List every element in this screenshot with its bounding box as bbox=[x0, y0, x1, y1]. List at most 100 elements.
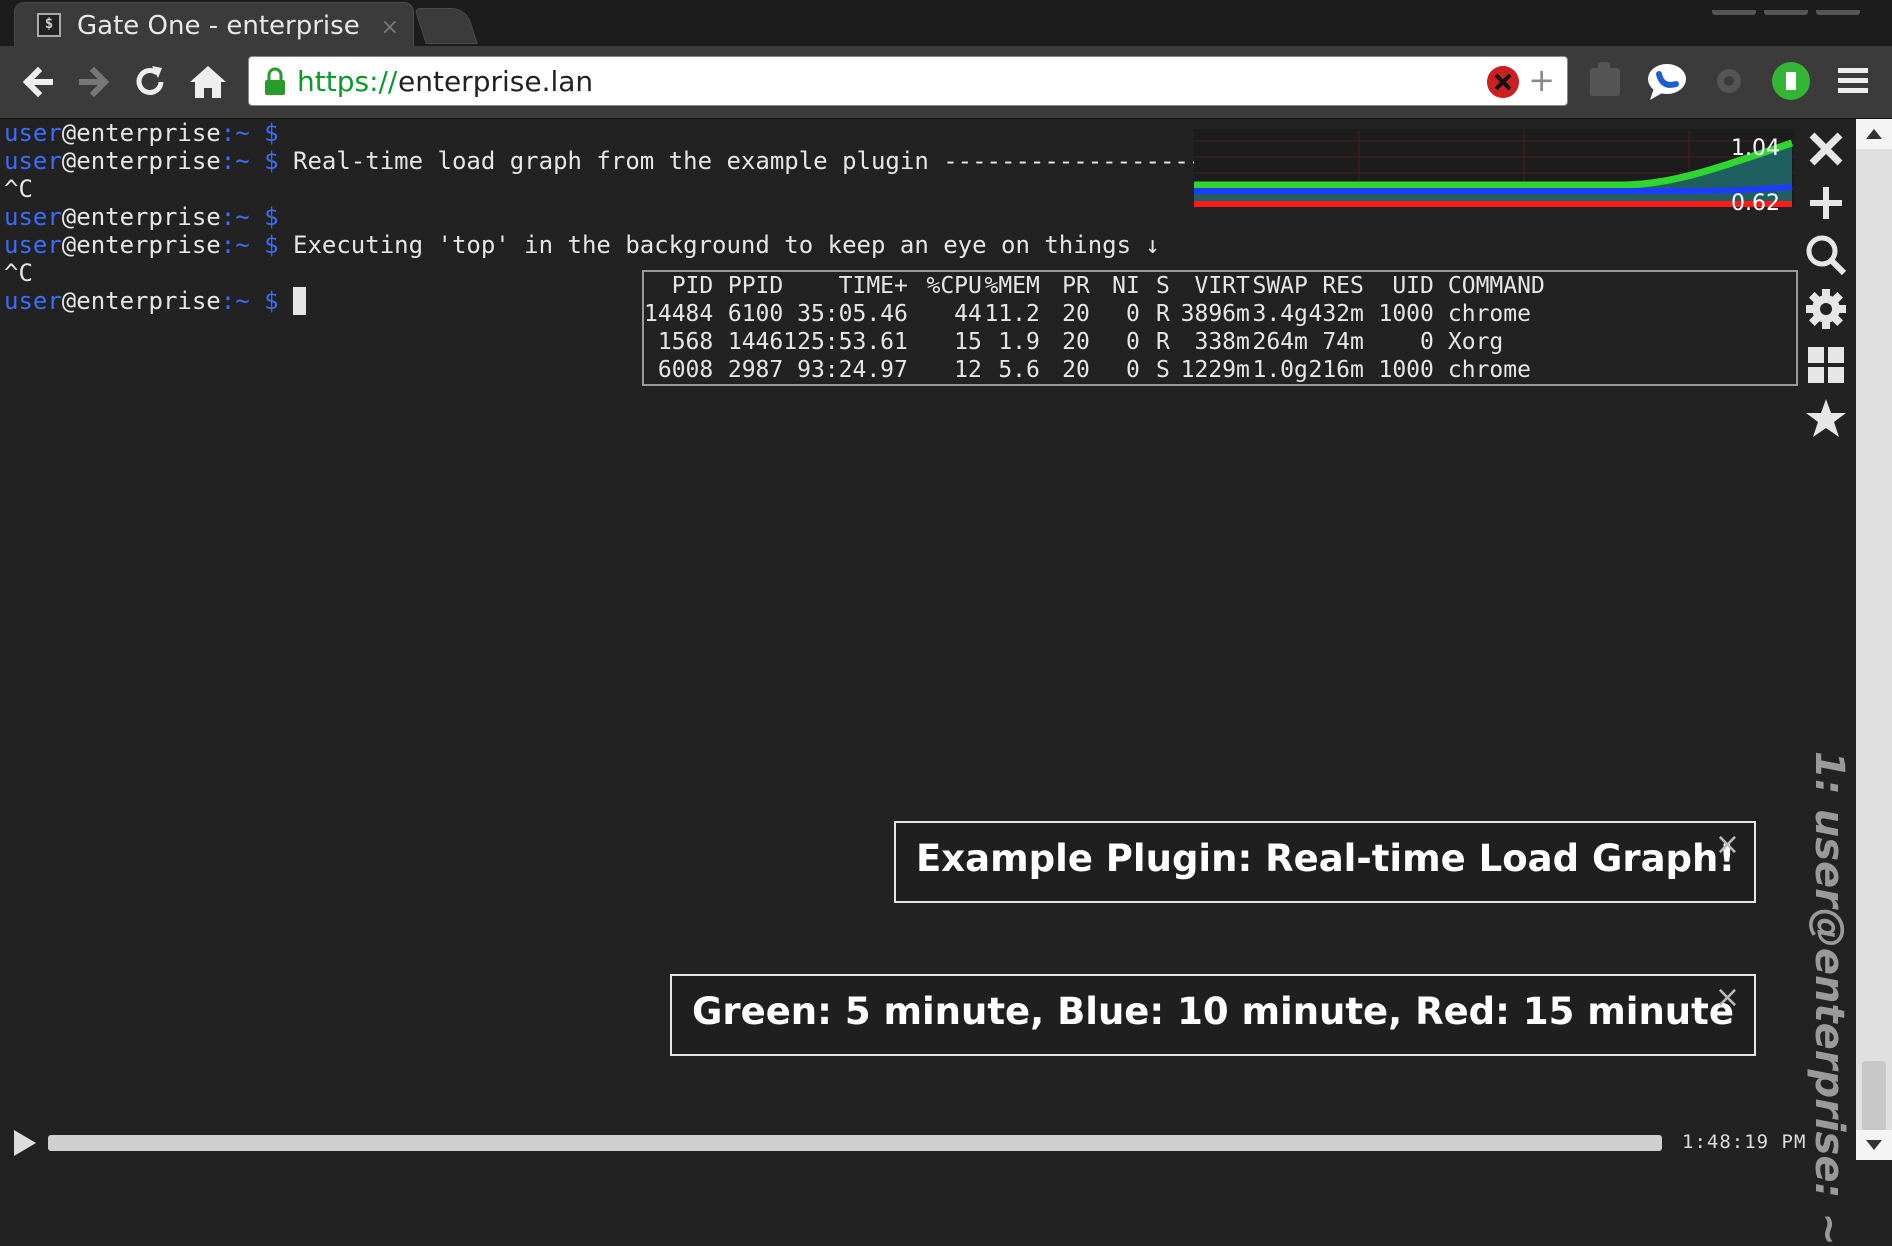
scroll-down-button[interactable] bbox=[1856, 1130, 1892, 1160]
back-arrow-icon[interactable] bbox=[16, 60, 60, 104]
load-graph-max-label: 1.04 bbox=[1731, 136, 1780, 161]
prompt-user: user bbox=[4, 147, 62, 175]
terminal-line: ^C bbox=[4, 175, 33, 203]
top-column-header: VIRT bbox=[1194, 273, 1250, 299]
top-column-header: S bbox=[1156, 273, 1170, 299]
close-terminal-icon[interactable] bbox=[1802, 125, 1850, 173]
scroll-up-arrow-icon bbox=[1866, 129, 1882, 139]
top-column-header: TIME+ bbox=[838, 273, 908, 299]
minimize-button[interactable] bbox=[1712, 10, 1756, 15]
terminal-line: user@enterprise:~ $ bbox=[4, 119, 279, 147]
chat-bubble-icon[interactable] bbox=[1644, 58, 1690, 104]
terminal-scrollbar[interactable] bbox=[1856, 119, 1892, 1160]
terminal-favicon-icon: $ bbox=[37, 13, 61, 37]
workspace-grid-icon[interactable] bbox=[1802, 341, 1850, 389]
top-cell: 0 bbox=[1126, 329, 1140, 355]
top-column-header: %CPU bbox=[926, 273, 982, 299]
top-column-header: PID bbox=[671, 273, 714, 299]
top-cell: 3896m bbox=[1180, 301, 1250, 327]
terminal-title: 1: user@enterprise: ~ bbox=[1806, 751, 1852, 1246]
browser-toolbar: https:// enterprise.lan + bbox=[0, 46, 1892, 119]
close-window-button[interactable] bbox=[1816, 10, 1860, 15]
terminal-cursor bbox=[293, 287, 306, 315]
top-cell: 74m bbox=[1322, 329, 1364, 355]
terminal-screen[interactable]: user@enterprise:~ $ user@enterprise:~ $ R… bbox=[0, 119, 1856, 1246]
top-cell: 0 bbox=[1126, 301, 1140, 327]
load-graph-plot bbox=[1194, 129, 1794, 207]
search-icon[interactable] bbox=[1802, 231, 1850, 279]
prompt-symbol: :~ $ bbox=[220, 203, 279, 231]
settings-gear-icon[interactable] bbox=[1802, 285, 1850, 333]
top-process-row: 1568 1446 125:53.61 15 1.9 20 0 R 338m 264m 74m 0 Xo… bbox=[644, 328, 1545, 356]
forward-arrow-icon[interactable] bbox=[72, 60, 116, 104]
browser-tab-active[interactable]: $ Gate One - enterprise × bbox=[14, 2, 414, 46]
reload-icon[interactable] bbox=[128, 60, 172, 104]
terminal-line: ^C bbox=[4, 259, 33, 287]
prompt-host: @enterprise bbox=[61, 231, 221, 259]
output-text: ^C bbox=[4, 259, 33, 287]
top-process-table: PID PPID TIME+ %CPU %MEM PR NI S VIRT SWAP RES UID C… bbox=[644, 272, 1545, 384]
prompt-host: @enterprise bbox=[61, 287, 221, 315]
terminal-line: user@enterprise:~ $ Real-time load graph… bbox=[4, 147, 1218, 175]
playback-progress-bar[interactable] bbox=[48, 1135, 1662, 1151]
top-cell: 338m bbox=[1194, 329, 1250, 355]
top-cell: 2987 bbox=[727, 357, 784, 383]
url-host: enterprise.lan bbox=[398, 65, 594, 98]
play-icon[interactable] bbox=[12, 1128, 38, 1158]
window-controls bbox=[1704, 0, 1884, 15]
top-cell: 5.6 bbox=[998, 357, 1040, 383]
top-cell: S bbox=[1156, 357, 1170, 383]
scroll-up-button[interactable] bbox=[1856, 119, 1892, 149]
notification-close-icon[interactable]: × bbox=[1715, 827, 1740, 862]
notification-legend: Green: 5 minute, Blue: 10 minute, Red: 1… bbox=[670, 974, 1756, 1056]
top-cell: 12 bbox=[954, 357, 982, 383]
top-cell: 1568 bbox=[657, 329, 714, 355]
maximize-button[interactable] bbox=[1764, 10, 1808, 15]
prompt-user: user bbox=[4, 231, 62, 259]
terminal-line: user@enterprise:~ $ bbox=[4, 287, 306, 315]
top-cell: 11.2 bbox=[984, 301, 1040, 327]
menu-hamburger-icon[interactable] bbox=[1830, 58, 1876, 104]
top-column-header: PR bbox=[1062, 273, 1090, 299]
url-scheme: https:// bbox=[297, 65, 398, 98]
new-terminal-plus-icon[interactable] bbox=[1802, 179, 1850, 227]
top-column-header: COMMAND bbox=[1447, 273, 1545, 299]
output-text: ^C bbox=[4, 175, 33, 203]
top-process-row: 14484 6100 35:05.46 44 11.2 20 0 R 3896m 3.4g 432m… bbox=[644, 300, 1545, 328]
scroll-thumb[interactable] bbox=[1862, 1061, 1886, 1131]
browser-tab-strip: $ Gate One - enterprise × bbox=[0, 0, 1892, 46]
new-tab-button[interactable] bbox=[414, 8, 478, 44]
top-cell: 3.4g bbox=[1252, 301, 1308, 327]
top-process-row: 6008 2987 93:24.97 12 5.6 20 0 S 1229m 1.0g 216m 10… bbox=[644, 356, 1545, 384]
notification-close-icon[interactable]: × bbox=[1715, 980, 1740, 1015]
top-cell: chrome bbox=[1447, 357, 1531, 383]
lock-icon bbox=[265, 67, 285, 95]
prompt-host: @enterprise bbox=[61, 119, 221, 147]
top-cell: 14484 bbox=[644, 301, 714, 327]
top-cell: 15 bbox=[954, 329, 982, 355]
top-cell: 93:24.97 bbox=[797, 357, 908, 383]
top-cell: 6100 bbox=[727, 301, 784, 327]
tab-close-icon[interactable]: × bbox=[381, 15, 399, 40]
top-cell: 264m bbox=[1252, 329, 1308, 355]
command-text: Real-time load graph from the example pl… bbox=[278, 147, 1218, 175]
prompt-user: user bbox=[4, 287, 62, 315]
top-cell: R bbox=[1156, 329, 1170, 355]
bookmark-plus-icon[interactable]: + bbox=[1528, 61, 1555, 99]
top-column-header: RES bbox=[1322, 273, 1364, 299]
bookmarks-star-icon[interactable] bbox=[1802, 395, 1850, 443]
top-cell: 20 bbox=[1062, 329, 1090, 355]
extension-puzzle-icon[interactable] bbox=[1582, 58, 1628, 104]
tab-title: Gate One - enterprise bbox=[77, 11, 360, 41]
scroll-down-arrow-icon bbox=[1866, 1140, 1882, 1150]
address-bar[interactable]: https:// enterprise.lan + bbox=[248, 56, 1568, 106]
load-graph: 1.04 0.62 bbox=[1194, 129, 1794, 216]
top-column-header: SWAP bbox=[1252, 273, 1308, 299]
prompt-symbol: :~ $ bbox=[220, 119, 279, 147]
evernote-extension-icon[interactable] bbox=[1768, 58, 1814, 104]
home-icon[interactable] bbox=[186, 60, 230, 104]
adblock-icon[interactable] bbox=[1487, 66, 1519, 98]
command-text bbox=[279, 287, 293, 315]
settings-gear-icon[interactable] bbox=[1706, 58, 1752, 104]
top-cell: 432m bbox=[1308, 301, 1364, 327]
